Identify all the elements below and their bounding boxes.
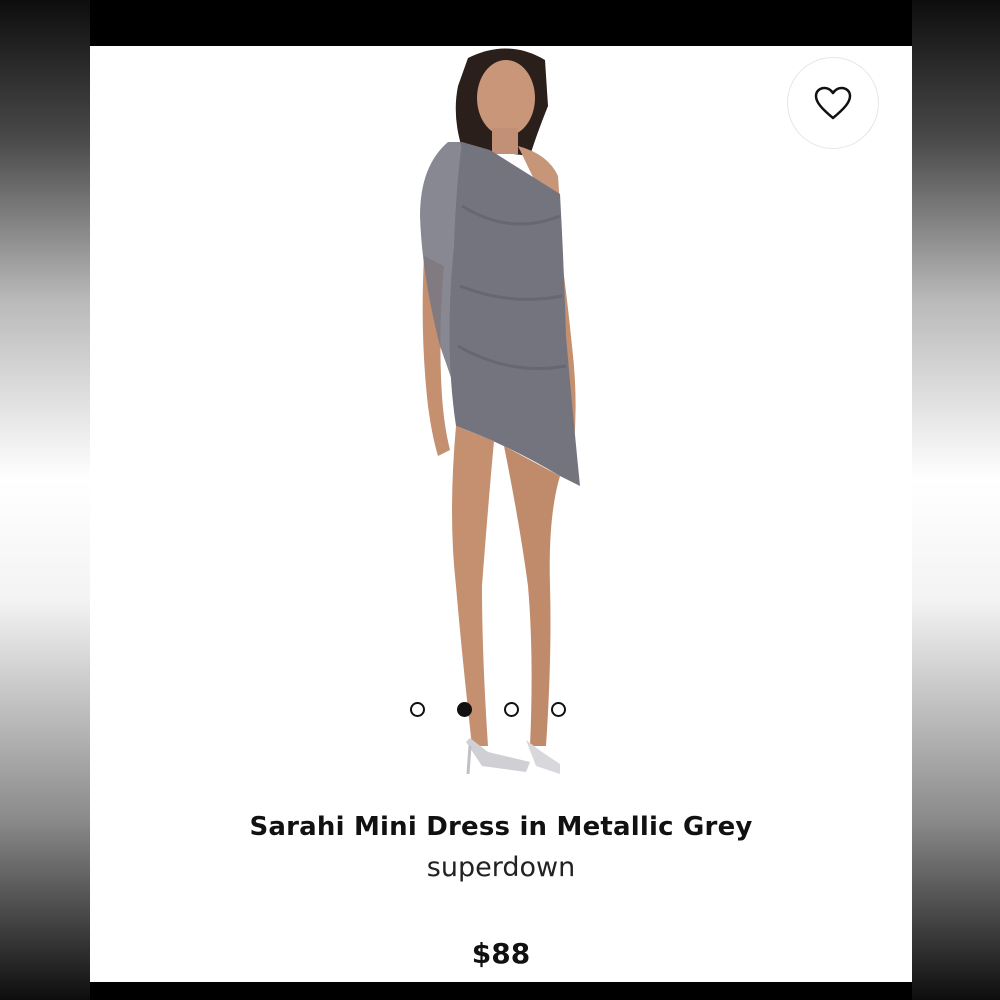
screenshot-frame: Sarahi Mini Dress in Metallic Grey super…: [90, 0, 912, 1000]
carousel-indicator: [410, 702, 566, 717]
carousel-dot-active[interactable]: [457, 702, 472, 717]
product-brand[interactable]: superdown: [90, 852, 912, 883]
product-title[interactable]: Sarahi Mini Dress in Metallic Grey: [90, 812, 912, 842]
product-image[interactable]: [90, 46, 912, 791]
carousel-dot[interactable]: [504, 702, 519, 717]
model-photo: [420, 48, 580, 775]
product-price: $88: [471, 937, 531, 970]
carousel-dot[interactable]: [410, 702, 425, 717]
favorite-button[interactable]: [787, 57, 879, 149]
product-card: Sarahi Mini Dress in Metallic Grey super…: [90, 46, 912, 982]
heart-icon: [814, 86, 852, 120]
carousel-dot[interactable]: [551, 702, 566, 717]
